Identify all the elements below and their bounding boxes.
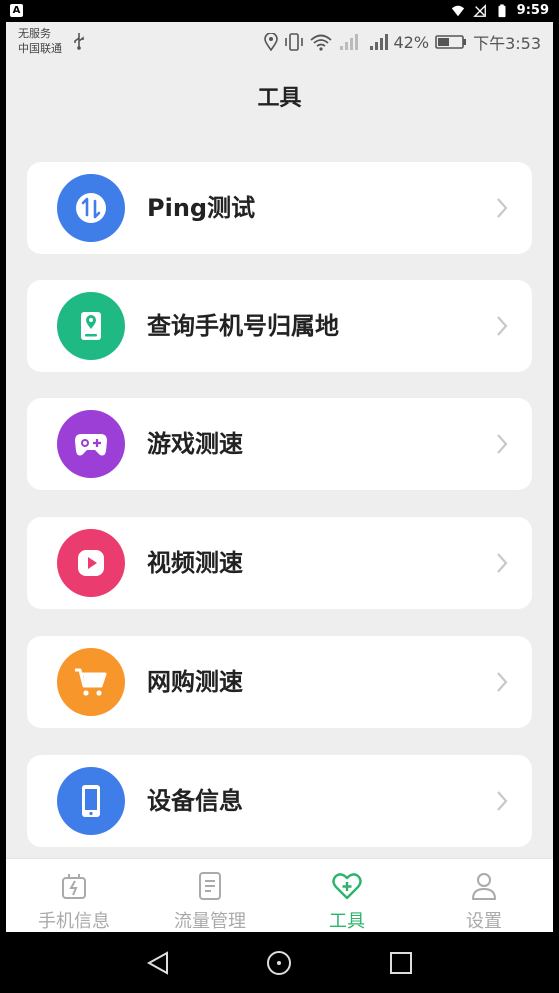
- page-title: 工具: [257, 86, 302, 111]
- device-status-row: 无服务 中国联通 42% 下午3:53: [6, 22, 553, 62]
- tool-label: 游戏测速: [147, 430, 243, 458]
- usb-icon: [74, 33, 84, 50]
- tab-label: 手机信息: [38, 911, 110, 932]
- tool-label: 查询手机号归属地: [147, 312, 339, 340]
- document-icon: [199, 872, 221, 900]
- chevron-right-icon: [497, 791, 508, 811]
- carrier-info: 无服务 中国联通: [18, 26, 62, 56]
- tab-phone-info[interactable]: 手机信息: [6, 859, 142, 932]
- system-navigation-bar: [0, 932, 559, 993]
- tab-settings[interactable]: 设置: [416, 859, 552, 932]
- back-icon[interactable]: [143, 948, 173, 978]
- smartphone-icon: [82, 785, 100, 817]
- system-status-bar: A 9:59: [0, 0, 559, 22]
- vibrate-icon: [284, 33, 303, 51]
- location-icon: [263, 33, 278, 51]
- chevron-right-icon: [497, 198, 508, 218]
- tool-item-ping[interactable]: Ping测试: [27, 162, 532, 254]
- battery-percent: 42%: [393, 32, 430, 52]
- wifi-status-icon: [309, 34, 332, 51]
- tab-label: 流量管理: [174, 911, 246, 932]
- tab-tools[interactable]: 工具: [279, 859, 415, 932]
- play-icon: [78, 550, 104, 576]
- system-clock: 9:59: [516, 3, 549, 18]
- tool-item-video-speed[interactable]: 视频测速: [27, 517, 532, 609]
- ping-icon: [76, 193, 106, 223]
- chevron-right-icon: [497, 434, 508, 454]
- no-signal-icon: [472, 3, 486, 17]
- home-icon[interactable]: [264, 948, 294, 978]
- battery-status-icon: [435, 35, 467, 49]
- tab-label: 设置: [466, 911, 502, 932]
- tool-badge: [57, 410, 125, 478]
- gamepad-icon: [75, 434, 107, 456]
- signal-3g-icon: [369, 34, 388, 50]
- tool-label: 视频测速: [147, 549, 243, 577]
- tool-badge: [57, 648, 125, 716]
- heart-plus-icon: [332, 873, 362, 900]
- carrier-line2: 中国联通: [18, 42, 62, 55]
- phone-charge-icon: [62, 874, 86, 899]
- tool-badge: [57, 529, 125, 597]
- carrier-line1: 无服务: [18, 27, 51, 40]
- chevron-right-icon: [497, 316, 508, 336]
- bottom-tab-bar: 手机信息 流量管理 工具 设置: [6, 858, 553, 932]
- status-time: 下午3:53: [473, 34, 541, 53]
- chevron-right-icon: [497, 553, 508, 573]
- tool-badge: [57, 174, 125, 242]
- chevron-right-icon: [497, 672, 508, 692]
- phone-location-icon: [81, 312, 101, 340]
- tool-label: Ping测试: [147, 194, 256, 222]
- recents-icon[interactable]: [386, 948, 416, 978]
- tool-label: 网购测速: [147, 668, 243, 696]
- tab-label: 工具: [329, 911, 365, 932]
- tool-item-device-info[interactable]: 设备信息: [27, 755, 532, 847]
- battery-icon: [498, 3, 506, 17]
- tab-traffic-management[interactable]: 流量管理: [142, 859, 278, 932]
- signal-icon: [339, 34, 358, 50]
- person-icon: [472, 873, 496, 900]
- app-screen: 无服务 中国联通 42% 下午3:53 工具 Ping测试 查询手机号归属地 游…: [6, 22, 553, 932]
- tool-label: 设备信息: [147, 787, 243, 815]
- wifi-icon: [451, 5, 464, 16]
- cart-icon: [75, 668, 107, 696]
- tool-badge: [57, 767, 125, 835]
- tool-badge: [57, 292, 125, 360]
- tool-item-shopping-speed[interactable]: 网购测速: [27, 636, 532, 728]
- tool-item-game-speed[interactable]: 游戏测速: [27, 398, 532, 490]
- app-notification-icon: A: [10, 4, 23, 17]
- tool-item-phone-location[interactable]: 查询手机号归属地: [27, 280, 532, 372]
